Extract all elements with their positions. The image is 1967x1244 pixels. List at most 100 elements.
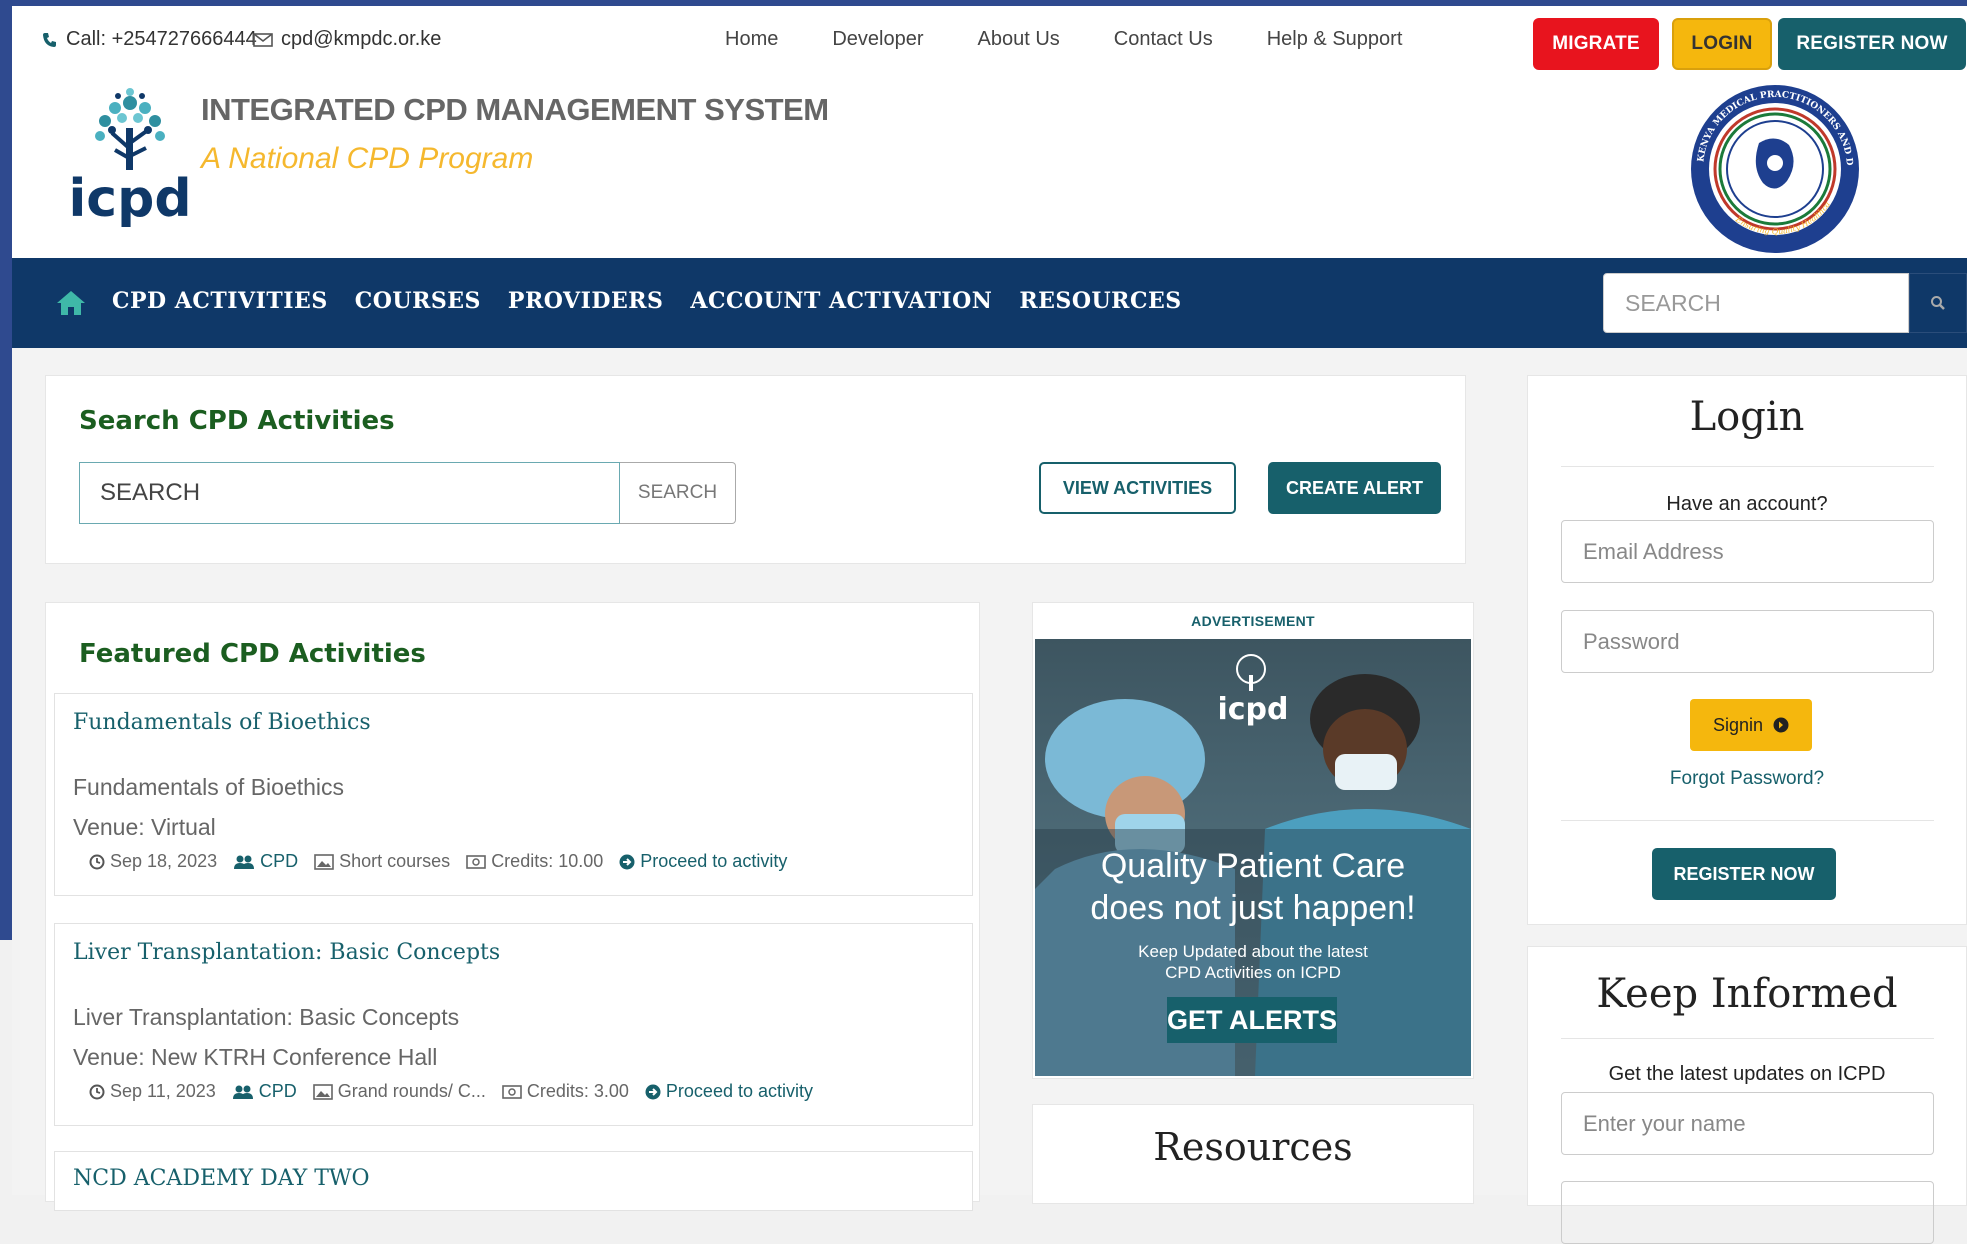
activity-card: NCD ACADEMY DAY TWO <box>54 1151 973 1211</box>
arrow-circle-right-icon <box>1773 717 1789 733</box>
view-activities-button[interactable]: VIEW ACTIVITIES <box>1039 462 1236 514</box>
envelope-icon <box>253 32 273 47</box>
top-link-developer[interactable]: Developer <box>832 28 923 51</box>
advertisement-panel: ADVERTISEMENT icpd Quality Patient Care … <box>1032 602 1474 1079</box>
nav-item-cpd-activities[interactable]: CPD ACTIVITIES <box>112 288 328 314</box>
icpd-logo[interactable]: icpd <box>60 88 200 238</box>
activity-date: Sep 18, 2023 <box>89 851 217 872</box>
proceed-to-activity-link[interactable]: Proceed to activity <box>619 851 787 872</box>
search-panel-heading: Search CPD Activities <box>79 406 395 436</box>
featured-heading: Featured CPD Activities <box>79 639 426 669</box>
activity-card: Liver Transplantation: Basic Concepts Li… <box>54 923 973 1126</box>
divider <box>1561 1038 1934 1039</box>
ad-text-1: Keep Updated about the latest <box>1138 942 1368 961</box>
ad-headline-1: Quality Patient Care <box>1100 847 1406 885</box>
password-field[interactable]: Password <box>1561 610 1934 673</box>
top-nav: Home Developer About Us Contact Us Help … <box>725 28 1402 51</box>
create-alert-button[interactable]: CREATE ALERT <box>1268 462 1441 514</box>
advertisement-label: ADVERTISEMENT <box>1191 613 1315 629</box>
nav-search-input[interactable]: SEARCH <box>1603 273 1909 333</box>
clock-icon <box>89 1084 105 1099</box>
search-icon <box>1931 296 1945 310</box>
top-link-help[interactable]: Help & Support <box>1267 28 1403 51</box>
activity-date: Sep 11, 2023 <box>89 1081 216 1102</box>
activity-venue: Venue: Virtual <box>73 814 216 840</box>
users-icon <box>234 855 255 869</box>
login-heading: Login <box>1689 394 1805 440</box>
featured-activities-panel: Featured CPD Activities Fundamentals of … <box>45 602 980 1211</box>
signin-button[interactable]: Signin <box>1690 699 1812 751</box>
money-icon <box>466 854 486 869</box>
phone-contact[interactable]: Call: +254727666444 <box>42 28 257 51</box>
proceed-to-activity-link[interactable]: Proceed to activity <box>645 1081 813 1102</box>
activity-search-button[interactable]: SEARCH <box>620 462 736 524</box>
phone-text: Call: +254727666444 <box>66 28 257 50</box>
migrate-button[interactable]: MIGRATE <box>1533 18 1659 70</box>
activity-meta: Sep 18, 2023 CPD Short courses Credits: … <box>89 851 787 872</box>
site-title: INTEGRATED CPD MANAGEMENT SYSTEM <box>201 92 829 127</box>
email-contact[interactable]: cpd@kmpdc.or.ke <box>253 28 441 51</box>
activity-title[interactable]: Fundamentals of Bioethics <box>73 710 371 735</box>
register-button[interactable]: REGISTER NOW <box>1778 18 1966 70</box>
ad-headline-2: does not just happen! <box>1090 889 1416 927</box>
keep-informed-prompt: Get the latest updates on ICPD <box>1608 1063 1886 1085</box>
nav-item-providers[interactable]: PROVIDERS <box>508 288 663 314</box>
subscribe-email-field[interactable] <box>1561 1181 1934 1244</box>
keep-informed-heading: Keep Informed <box>1596 971 1898 1017</box>
nav-search-button[interactable] <box>1909 273 1967 333</box>
resources-heading: Resources <box>1153 1125 1353 1169</box>
page: Call: +254727666444 cpd@kmpdc.or.ke Home… <box>12 6 1967 1244</box>
name-field[interactable]: Enter your name <box>1561 1092 1934 1155</box>
get-alerts-button[interactable]: GET ALERTS <box>1167 997 1337 1043</box>
top-link-about[interactable]: About Us <box>978 28 1060 51</box>
top-link-home[interactable]: Home <box>725 28 778 51</box>
activity-meta: Sep 11, 2023 CPD Grand rounds/ C... Cred… <box>89 1081 813 1102</box>
nav-item-account-activation[interactable]: ACCOUNT ACTIVATION <box>690 288 992 314</box>
activity-card: Fundamentals of Bioethics Fundamentals o… <box>54 693 973 896</box>
arrow-circle-right-icon <box>645 1084 661 1099</box>
activity-venue: Venue: New KTRH Conference Hall <box>73 1044 438 1070</box>
have-account-text: Have an account? <box>1666 493 1828 515</box>
svg-text:icpd: icpd <box>1217 692 1288 727</box>
clock-icon <box>89 854 105 869</box>
activity-search-input[interactable]: SEARCH <box>79 462 620 524</box>
activity-title[interactable]: Liver Transplantation: Basic Concepts <box>73 940 500 965</box>
site-header: icpd INTEGRATED CPD MANAGEMENT SYSTEM A … <box>12 78 1967 258</box>
email-text: cpd@kmpdc.or.ke <box>281 28 442 50</box>
activity-type: CPD <box>233 851 298 872</box>
email-field[interactable]: Email Address <box>1561 520 1934 583</box>
ad-text-2: CPD Activities on ICPD <box>1165 963 1341 982</box>
nav-item-courses[interactable]: COURSES <box>355 288 481 314</box>
search-cpd-panel: Search CPD Activities SEARCH SEARCH VIEW… <box>45 375 1466 564</box>
nav-item-resources[interactable]: RESOURCES <box>1019 288 1181 314</box>
image-icon <box>314 853 334 870</box>
activity-type: CPD <box>232 1081 297 1102</box>
divider <box>1561 820 1934 821</box>
top-bar: Call: +254727666444 cpd@kmpdc.or.ke Home… <box>12 6 1967 78</box>
divider <box>1561 466 1934 467</box>
main-nav: CPD ACTIVITIES COURSES PROVIDERS ACCOUNT… <box>12 258 1967 348</box>
window-frame-left <box>0 0 12 940</box>
activity-title[interactable]: NCD ACADEMY DAY TWO <box>73 1166 370 1191</box>
sidebar-register-button[interactable]: REGISTER NOW <box>1652 848 1836 900</box>
activity-credits: Credits: 3.00 <box>502 1081 629 1102</box>
activity-category: Short courses <box>314 851 450 872</box>
keep-informed-panel: Keep Informed Get the latest updates on … <box>1527 946 1967 1244</box>
advertisement-banner[interactable]: icpd Quality Patient Care does not just … <box>1035 639 1471 1076</box>
activity-credits: Credits: 10.00 <box>466 851 603 872</box>
users-icon <box>232 1085 253 1099</box>
forgot-password-link[interactable]: Forgot Password? <box>1528 768 1966 790</box>
top-link-contact[interactable]: Contact Us <box>1114 28 1213 51</box>
resources-panel: Resources <box>1032 1104 1474 1204</box>
image-icon <box>312 1083 333 1100</box>
money-icon <box>502 1084 522 1099</box>
login-button[interactable]: LOGIN <box>1672 18 1772 70</box>
login-panel: Login Have an account? Email Address Pas… <box>1527 375 1967 925</box>
tree-icon <box>95 88 165 170</box>
activity-category: Grand rounds/ C... <box>312 1081 486 1102</box>
signin-label: Signin <box>1712 714 1764 735</box>
activity-description: Fundamentals of Bioethics <box>73 774 345 800</box>
phone-icon <box>43 32 56 47</box>
activity-description: Liver Transplantation: Basic Concepts <box>73 1004 460 1030</box>
home-icon[interactable] <box>56 290 86 316</box>
